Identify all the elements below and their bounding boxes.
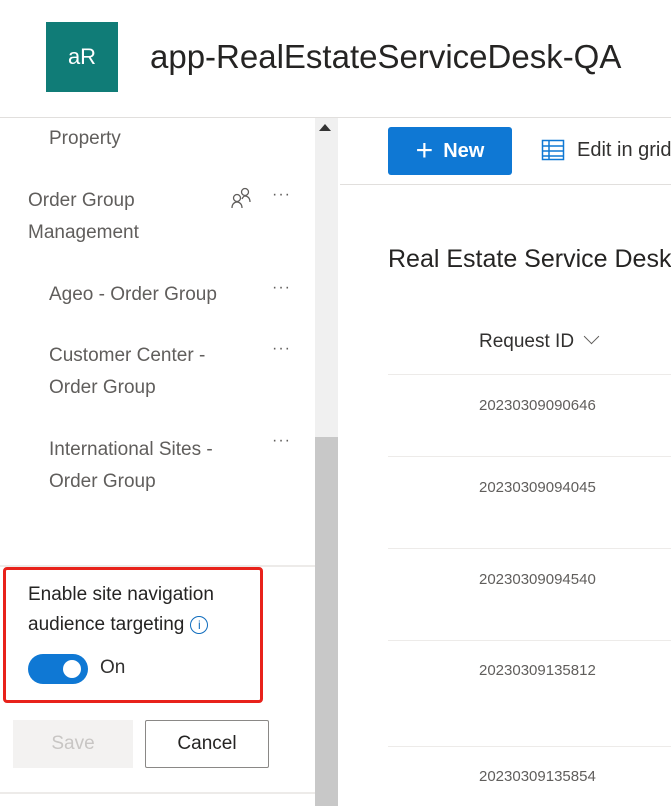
more-options-button[interactable]: ··· [272,186,291,204]
save-button[interactable]: Save [13,720,133,768]
nav-item-label: International Sites - [49,439,213,460]
nav-item-property[interactable]: Property [49,123,121,155]
table-row[interactable]: 20230309090646 [479,397,596,414]
nav-item-label: Order Group [49,377,156,398]
people-icon [231,187,251,209]
more-options-button[interactable]: ··· [272,340,291,358]
scrollbar-thumb[interactable] [315,437,338,806]
column-header-label: Request ID [479,331,575,352]
nav-item-ageo-order-group[interactable]: Ageo - Order Group [49,279,217,311]
grid-icon [541,139,565,161]
toggle-knob [63,660,81,678]
site-logo[interactable]: aR [46,22,118,92]
nav-item-label: Order Group [28,190,135,211]
new-label: New [443,139,485,162]
audience-targeting-text: Enable site navigation audience targetin… [28,584,214,635]
toggle-state-label: On [100,657,126,678]
table-row[interactable]: 20230309135854 [479,768,596,785]
row-divider [388,374,671,375]
toolbar-divider [340,184,671,185]
more-options-button[interactable]: ··· [272,279,291,297]
chevron-down-icon [583,328,600,345]
site-title: app-RealEstateServiceDesk-QA [150,38,622,75]
table-row[interactable]: 20230309135812 [479,662,596,679]
nav-item-label: Management [28,222,139,243]
divider [0,792,315,794]
nav-item-label: Order Group [49,471,156,492]
info-icon[interactable]: i [190,615,209,634]
scroll-up-arrow-icon[interactable] [319,124,331,131]
table-row[interactable]: 20230309094045 [479,479,596,496]
more-options-button[interactable]: ··· [272,432,291,450]
nav-item-label: Customer Center - [49,345,206,366]
plus-icon: + [415,134,434,167]
nav-item-customer-center-order-group[interactable]: Customer Center - Order Group [49,340,205,404]
nav-item-international-sites-order-group[interactable]: International Sites - Order Group [49,434,213,498]
row-divider [388,746,671,747]
row-divider [388,640,671,641]
audience-targeting-label: Enable site navigation audience targetin… [28,580,258,640]
table-row[interactable]: 20230309094540 [479,571,596,588]
cancel-button[interactable]: Cancel [145,720,269,768]
column-header-request-id[interactable]: Request ID [479,328,600,353]
row-divider [388,456,671,457]
edit-in-grid-button[interactable]: Edit in grid [541,138,671,162]
row-divider [388,548,671,549]
audience-targeting-toggle[interactable] [28,654,88,684]
edit-in-grid-label: Edit in grid [577,138,671,161]
nav-item-order-group-management[interactable]: Order Group Management [28,185,139,249]
list-title: Real Estate Service Desk [388,245,671,273]
new-button[interactable]: + New [388,127,512,175]
